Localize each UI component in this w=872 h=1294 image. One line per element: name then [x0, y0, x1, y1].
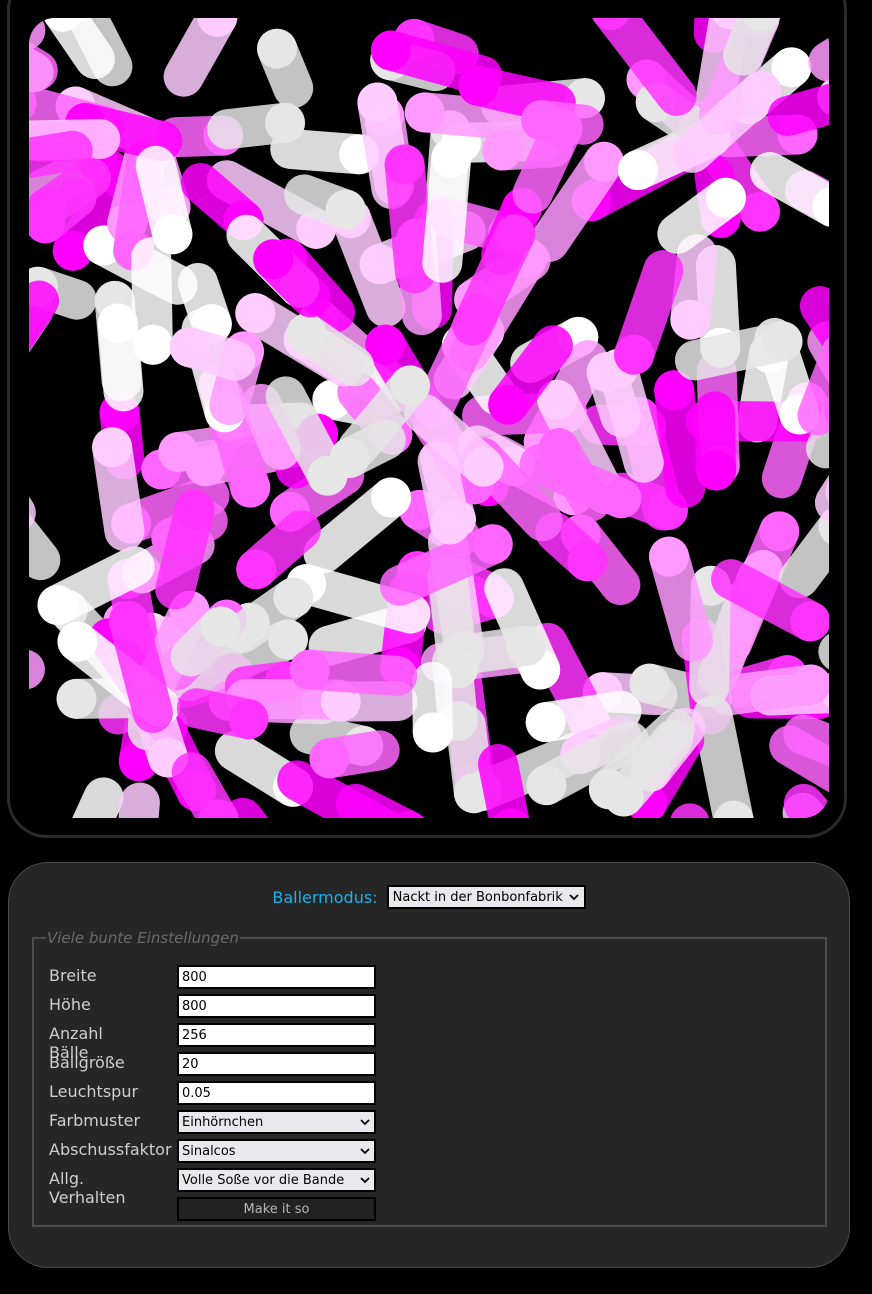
ball	[97, 303, 138, 344]
ball	[463, 446, 504, 487]
ball	[273, 577, 314, 618]
settings-fieldset: Viele bunte Einstellungen Breite 800 Höh…	[32, 929, 827, 1227]
ball	[617, 150, 658, 191]
ball-trails-drawing	[29, 18, 829, 818]
ball	[235, 293, 276, 334]
anzahl-baelle-input[interactable]: 256	[177, 1023, 376, 1047]
verhalten-select[interactable]: Volle Soße vor die Bande	[177, 1168, 376, 1192]
ball	[257, 28, 298, 69]
ball	[389, 365, 430, 406]
ball	[629, 663, 670, 704]
hoehe-label: Höhe	[49, 995, 91, 1014]
breite-input[interactable]: 800	[177, 965, 376, 989]
ball	[567, 541, 608, 582]
ball	[696, 450, 737, 491]
ball	[230, 467, 271, 508]
leuchtspur-input[interactable]: 0.05	[177, 1081, 376, 1105]
ball	[253, 239, 294, 280]
ball	[759, 511, 800, 552]
settings-legend: Viele bunte Einstellungen	[47, 929, 239, 947]
ball	[525, 702, 566, 743]
ball	[169, 327, 210, 368]
ball	[648, 536, 689, 577]
ball	[588, 769, 629, 810]
farbmuster-label: Farbmuster	[49, 1111, 141, 1130]
chevron-down-icon	[360, 1177, 370, 1184]
ball	[289, 649, 330, 690]
verhalten-value: Volle Soße vor die Bande	[182, 1172, 345, 1188]
ball	[431, 138, 472, 179]
ball	[506, 625, 547, 666]
ball-canvas[interactable]	[29, 18, 829, 818]
chevron-down-icon	[360, 1119, 370, 1126]
ball	[228, 699, 269, 740]
farbmuster-select[interactable]: Einhörnchen	[177, 1110, 376, 1134]
ball	[542, 108, 583, 149]
ball	[472, 524, 513, 565]
ball-trail	[118, 782, 160, 818]
breite-label: Breite	[49, 966, 97, 985]
ball	[37, 585, 78, 626]
ball	[495, 214, 536, 255]
leuchtspur-label: Leuchtspur	[49, 1082, 139, 1101]
ball	[371, 477, 412, 518]
ball	[92, 427, 133, 468]
ball	[200, 606, 241, 647]
mode-select-value: Nackt in der Bonbonfabrik	[392, 889, 563, 905]
mode-label: Ballermodus:	[272, 887, 378, 907]
ball	[790, 601, 829, 642]
mode-row: Ballermodus: Nackt in der Bonbonfabrik	[9, 885, 849, 909]
chevron-down-icon	[569, 894, 579, 901]
verhalten-label: Allg. Verhalten	[49, 1169, 126, 1207]
abschussfaktor-value: Sinalcos	[182, 1143, 236, 1159]
ball	[740, 191, 781, 232]
ball	[265, 102, 306, 143]
ball	[286, 313, 327, 354]
ball	[357, 82, 398, 123]
ball	[307, 455, 348, 496]
ball	[614, 334, 655, 375]
ball	[325, 189, 366, 230]
ball	[174, 489, 215, 530]
ball-trail	[783, 714, 829, 767]
abschussfaktor-select[interactable]: Sinalcos	[177, 1139, 376, 1163]
ball	[132, 324, 173, 365]
mode-select[interactable]: Nackt in der Bonbonfabrik	[386, 885, 586, 909]
ball	[57, 621, 98, 662]
ball	[56, 678, 97, 719]
ball	[309, 738, 350, 779]
ball	[430, 504, 471, 545]
ball	[488, 384, 529, 425]
farbmuster-value: Einhörnchen	[182, 1114, 264, 1130]
ball-trail	[767, 83, 829, 137]
ball	[236, 549, 277, 590]
ball	[384, 144, 425, 185]
abschussfaktor-label: Abschussfaktor	[49, 1140, 172, 1159]
ball	[762, 321, 803, 362]
make-it-so-button[interactable]: Make it so	[177, 1197, 376, 1221]
ball	[404, 92, 445, 133]
hoehe-input[interactable]: 800	[177, 994, 376, 1018]
ball	[670, 299, 711, 340]
ball	[412, 712, 453, 753]
ballgroesse-input[interactable]: 20	[177, 1052, 376, 1076]
ball	[526, 765, 567, 806]
ball-trail	[29, 130, 93, 179]
ballgroesse-label: Ballgröße	[49, 1053, 125, 1072]
ball	[601, 478, 642, 519]
ball	[583, 141, 624, 182]
chevron-down-icon	[360, 1148, 370, 1155]
settings-panel: Ballermodus: Nackt in der Bonbonfabrik V…	[8, 862, 850, 1268]
ball	[705, 177, 746, 218]
ball	[108, 601, 149, 642]
ball	[370, 30, 411, 71]
